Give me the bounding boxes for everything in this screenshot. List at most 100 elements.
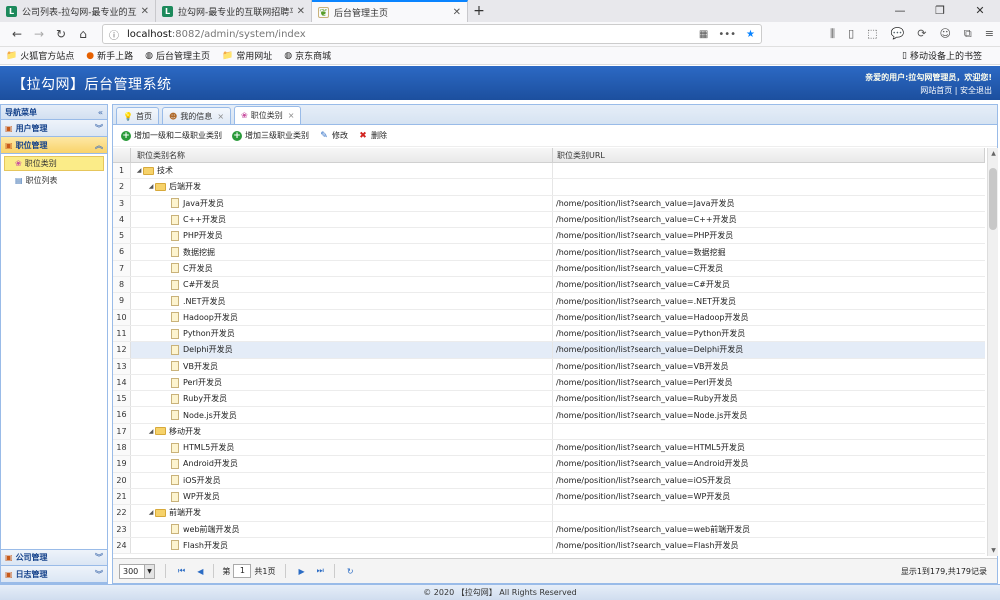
table-row[interactable]: 18 HTML5开发员/home/position/list?search_val…: [113, 440, 985, 457]
extensions-icon[interactable]: ⧉: [964, 27, 972, 41]
table-row[interactable]: 5 PHP开发员/home/position/list?search_value=…: [113, 228, 985, 245]
home-link[interactable]: 网站首页: [920, 86, 952, 95]
close-icon[interactable]: ✕: [453, 7, 461, 18]
category-name-cell: C#开发员: [131, 277, 553, 293]
table-row[interactable]: 9 .NET开发员/home/position/list?search_value…: [113, 293, 985, 310]
tree-expand-icon[interactable]: ◢: [135, 167, 143, 174]
next-page-icon[interactable]: ▶: [298, 567, 304, 576]
table-row[interactable]: 7 C开发员/home/position/list?search_value=C开…: [113, 260, 985, 278]
maximize-icon[interactable]: ❐: [920, 0, 960, 22]
delete-button[interactable]: ✖ 删除: [358, 130, 387, 141]
add-level12-button[interactable]: + 增加一级和二级职业类别: [121, 130, 222, 141]
back-icon[interactable]: ←: [6, 27, 28, 41]
accordion-position-management[interactable]: ▣ 职位管理 ︽: [1, 137, 107, 154]
reload-icon[interactable]: ↻: [50, 27, 72, 41]
browser-tab-1[interactable]: L 公司列表-拉勾网-最专业的互联 ✕: [0, 0, 156, 22]
page-number-input[interactable]: 1: [233, 564, 252, 578]
tab-position-category[interactable]: ❀ 职位类别 ×: [234, 106, 302, 124]
refresh-icon[interactable]: ↻: [347, 567, 354, 576]
tree-expand-icon[interactable]: ◢: [147, 428, 155, 435]
qr-code-icon[interactable]: ▦: [699, 29, 708, 40]
table-row[interactable]: 10 Hadoop开发员/home/position/list?search_va…: [113, 309, 985, 326]
tab-home[interactable]: 💡 首页: [116, 107, 159, 124]
tree-expand-icon[interactable]: ◢: [147, 509, 155, 516]
first-page-icon[interactable]: ⏮: [178, 566, 185, 576]
collapse-left-icon[interactable]: «: [98, 108, 103, 117]
accordion-log-management[interactable]: ▣ 日志管理 ︾: [1, 566, 107, 583]
table-row[interactable]: 22 ◢ 前端开发: [113, 505, 985, 522]
table-row[interactable]: 19 Android开发员/home/position/list?search_v…: [113, 456, 985, 473]
accordion-company-management[interactable]: ▣ 公司管理 ︾: [1, 549, 107, 566]
category-name: 技术: [157, 166, 173, 176]
table-row[interactable]: 13 VB开发员/home/position/list?search_value=…: [113, 358, 985, 375]
close-icon[interactable]: ✕: [297, 6, 305, 17]
divider: [285, 564, 287, 578]
category-name-cell: 数据挖掘: [131, 244, 553, 260]
table-row[interactable]: 20 iOS开发员/home/position/list?search_value…: [113, 472, 985, 489]
account-icon[interactable]: ☺: [939, 27, 950, 41]
globe-icon: ◍: [284, 50, 293, 61]
table-row[interactable]: 12 Delphi开发员/home/position/list?search_va…: [113, 342, 985, 359]
chat-icon[interactable]: 💬: [891, 27, 905, 41]
sidebar-icon[interactable]: ▯: [848, 27, 854, 41]
tab-my-info[interactable]: ☻ 我的信息 ×: [161, 107, 232, 124]
scrollbar-thumb[interactable]: [989, 168, 997, 230]
table-row[interactable]: 24 Flash开发员/home/position/list?search_val…: [113, 537, 985, 555]
logout-link[interactable]: 安全退出: [960, 86, 992, 95]
info-icon[interactable]: ⓘ: [109, 27, 119, 42]
bookmark-item[interactable]: 📁 火狐官方站点: [6, 49, 74, 63]
page-size-select[interactable]: 300 ▼: [119, 563, 155, 579]
more-actions-icon[interactable]: •••: [718, 29, 736, 40]
table-row[interactable]: 16 Node.js开发员/home/position/list?search_v…: [113, 407, 985, 424]
minimize-icon[interactable]: —: [880, 0, 920, 22]
mobile-bookmarks[interactable]: ▯ 移动设备上的书签: [902, 49, 982, 63]
table-row[interactable]: 23 web前端开发员/home/position/list?search_val…: [113, 521, 985, 538]
table-row[interactable]: 3 Java开发员/home/position/list?search_value…: [113, 195, 985, 212]
pencil-icon: ✎: [320, 130, 328, 141]
close-icon[interactable]: ×: [217, 112, 224, 121]
sidebar-item-position-category[interactable]: ❀ 职位类别: [4, 156, 104, 171]
table-row[interactable]: 14 Perl开发员/home/position/list?search_valu…: [113, 374, 985, 392]
close-icon[interactable]: ✕: [141, 6, 149, 17]
table-row[interactable]: 21 WP开发员/home/position/list?search_value=…: [113, 488, 985, 506]
last-page-icon[interactable]: ⏭: [317, 566, 324, 576]
new-tab-button[interactable]: +: [468, 0, 490, 22]
bookmark-item[interactable]: ◍ 后台管理主页: [145, 49, 210, 63]
accordion-user-management[interactable]: ▣ 用户管理 ︾: [1, 120, 107, 137]
add-level3-button[interactable]: + 增加三级职业类别: [232, 130, 309, 141]
library-icon[interactable]: ⫼: [830, 27, 835, 41]
scroll-down-icon[interactable]: ▼: [988, 547, 999, 554]
menu-icon[interactable]: ≡: [985, 27, 994, 41]
table-row[interactable]: 1 ◢ 技术: [113, 163, 985, 180]
table-row[interactable]: 15 Ruby开发员/home/position/list?search_valu…: [113, 391, 985, 408]
sidebar-item-position-list[interactable]: ▤ 职位列表: [1, 173, 107, 188]
table-row[interactable]: 17 ◢ 移动开发: [113, 423, 985, 441]
grid-scrollbar[interactable]: ▲ ▼: [987, 148, 998, 556]
bookmark-item[interactable]: ● 新手上路: [86, 49, 133, 63]
scroll-up-icon[interactable]: ▲: [988, 150, 999, 157]
bookmark-item[interactable]: 📁 常用网址: [222, 49, 272, 63]
forward-icon[interactable]: →: [28, 27, 50, 41]
browser-tab-2[interactable]: L 拉勾网-最专业的互联网招聘平 ✕: [156, 0, 312, 22]
prev-page-icon[interactable]: ◀: [197, 567, 203, 576]
column-header-url[interactable]: 职位类别URL: [553, 148, 985, 162]
bookmark-star-icon[interactable]: ★: [746, 29, 755, 40]
url-bar[interactable]: ⓘ localhost :8082/admin/system/index ▦ •…: [102, 24, 762, 44]
browser-tab-3[interactable]: ❦ 后台管理主页 ✕: [312, 0, 468, 22]
window-close-icon[interactable]: ✕: [960, 0, 1000, 22]
table-row[interactable]: 8 C#开发员/home/position/list?search_value=C…: [113, 277, 985, 294]
table-row[interactable]: 2 ◢ 后端开发: [113, 179, 985, 196]
table-row[interactable]: 6 数据挖掘/home/position/list?search_value=数据…: [113, 244, 985, 261]
sync-icon[interactable]: ⟳: [917, 27, 926, 41]
edit-button[interactable]: ✎ 修改: [319, 130, 348, 141]
table-row[interactable]: 4 C++开发员/home/position/list?search_value=…: [113, 211, 985, 229]
home-icon[interactable]: ⌂: [72, 27, 94, 41]
table-row[interactable]: 11 Python开发员/home/position/list?search_va…: [113, 325, 985, 343]
file-icon: [171, 328, 179, 339]
column-header-name[interactable]: 职位类别名称: [131, 148, 553, 162]
file-icon: [171, 361, 179, 372]
close-icon[interactable]: ×: [288, 111, 295, 120]
tree-expand-icon[interactable]: ◢: [147, 183, 155, 190]
bookmark-item[interactable]: ◍ 京东商城: [284, 49, 331, 63]
screenshot-icon[interactable]: ⬚: [867, 27, 877, 41]
